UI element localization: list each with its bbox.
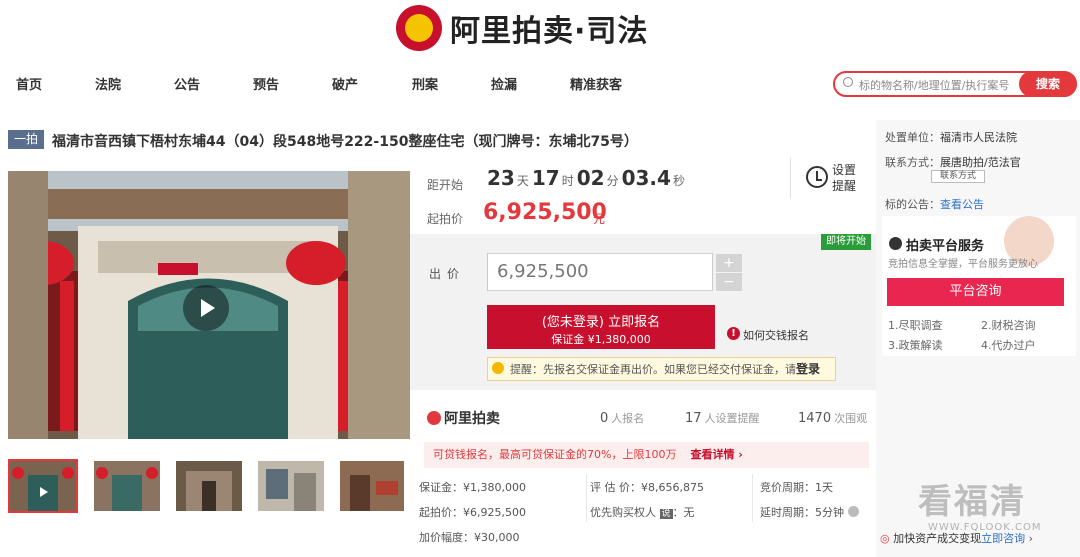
register-bid-button[interactable]: (您未登录) 立即报名 保证金 ¥1,380,000 <box>487 305 715 349</box>
countdown-hours: 17 <box>531 166 560 190</box>
nav-item-criminal[interactable]: 刑案 <box>412 74 438 93</box>
start-price-info: 起拍价：¥6,925,500 <box>419 506 526 519</box>
nav-item-leads[interactable]: 精准获客 <box>570 74 622 93</box>
watermark-text: 看福清 <box>918 482 1026 522</box>
thumbnail-2[interactable] <box>94 461 160 511</box>
service-item[interactable]: 2.财税咨询 <box>981 317 1036 333</box>
countdown-seconds: 03.4 <box>621 166 671 190</box>
lightbulb-icon <box>492 362 504 374</box>
bidding-cycle-info: 竞价周期：1天 <box>760 481 833 494</box>
bid-label: 出价 <box>429 267 466 281</box>
status-badge: 即将开始 <box>821 234 871 250</box>
register-button-label: (您未登录) 立即报名 <box>541 315 661 330</box>
consult-now-link[interactable]: 立即咨询 <box>981 532 1025 545</box>
search-input[interactable]: 标的物名称/地理位置/执行案号 <box>859 77 1009 93</box>
login-tip: 提醒：先报名交保证金再出价。如果您已经交付保证金，请登录 <box>487 357 836 381</box>
info-icon: ! <box>727 327 740 340</box>
alarm-clock-icon[interactable] <box>806 166 828 188</box>
signup-count: 0 人报名 <box>600 411 645 426</box>
divider <box>752 474 753 522</box>
decrease-bid-button[interactable]: − <box>716 273 742 291</box>
nav-item-bargain[interactable]: 捡漏 <box>491 74 517 93</box>
service-item[interactable]: 4.代办过户 <box>981 337 1036 353</box>
site-logo[interactable]: 阿里拍卖·司法 <box>396 2 686 54</box>
bid-amount-input[interactable]: 6,925,500 <box>487 253 713 291</box>
increment-info: 加价幅度：¥30,000 <box>419 531 520 544</box>
search-icon <box>843 77 853 87</box>
thumbnail-3[interactable] <box>176 461 242 511</box>
asset-consult-bar: ◎ 加快资产成交变现立即咨询 › <box>880 532 1034 545</box>
service-icon <box>889 237 902 250</box>
court-name: 福清市人民法院 <box>940 131 1017 144</box>
deposit-info: 保证金：¥1,380,000 <box>419 481 526 494</box>
delay-cycle-info: 延时周期：5分钟 <box>760 504 859 520</box>
view-notice-link[interactable]: 查看公告 <box>940 198 984 211</box>
court-info: 处置单位：福清市人民法院 <box>885 131 1017 144</box>
login-link[interactable]: 登录 <box>796 362 820 376</box>
ali-auction-logo: 阿里拍卖 <box>427 408 500 428</box>
countdown-minutes: 02 <box>576 166 605 190</box>
start-price-unit: 元 <box>593 212 606 226</box>
increase-bid-button[interactable]: + <box>716 254 742 272</box>
explain-tag[interactable]: 说 <box>659 509 673 519</box>
contact-info: 联系方式：展唐助拍/范法官 <box>885 156 1021 169</box>
start-price-value: 6,925,500 <box>483 200 607 225</box>
nav-item-court[interactable]: 法院 <box>95 74 121 93</box>
nav-item-preview[interactable]: 预告 <box>253 74 279 93</box>
search-bar: 标的物名称/地理位置/执行案号 搜索 <box>833 71 1077 97</box>
play-video-icon[interactable] <box>183 285 229 331</box>
how-to-pay-link[interactable]: 如何交钱报名 <box>743 327 809 343</box>
notice-info: 标的公告：查看公告 <box>885 198 984 211</box>
countdown-label: 距开始 <box>427 178 464 192</box>
help-icon[interactable] <box>847 506 859 517</box>
nav-item-home[interactable]: 首页 <box>16 74 42 93</box>
thumbnail-4[interactable] <box>258 461 324 511</box>
service-subtitle: 竞拍信息全掌握，平台服务更放心 <box>888 259 1038 270</box>
chevron-right-icon[interactable]: › <box>1029 532 1033 545</box>
divider <box>586 474 587 522</box>
search-button[interactable]: 搜索 <box>1019 71 1077 97</box>
reminder-count: 17 人设置提醒 <box>685 411 760 426</box>
countdown-timer: 23 天 17 时 02 分 03.4 秒 <box>487 166 685 190</box>
promo-details-link[interactable]: 查看详情 › <box>690 448 742 461</box>
service-item[interactable]: 1.尽职调查 <box>888 317 943 333</box>
brand-name: 阿里拍卖·司法 <box>450 14 649 49</box>
nav-item-bankruptcy[interactable]: 破产 <box>332 74 358 93</box>
platform-consult-button[interactable]: 平台咨询 <box>887 278 1064 306</box>
ali-logo-icon <box>427 411 441 425</box>
contact-phone-button[interactable]: 联系方式 <box>931 170 985 183</box>
thumbnail-5[interactable] <box>340 461 404 511</box>
consult-icon: ◎ <box>880 532 890 545</box>
service-item[interactable]: 3.政策解读 <box>888 337 943 353</box>
divider <box>790 158 791 198</box>
lot-title: 福清市音西镇下梧村东埔44（04）段548地号222-150整座住宅（现门牌号：… <box>52 134 638 150</box>
contact-name: 展唐助拍/范法官 <box>940 156 1021 169</box>
service-title: 拍卖平台服务 <box>906 239 985 254</box>
thumbnail-1[interactable] <box>8 459 78 513</box>
view-count: 1470 次围观 <box>798 411 868 426</box>
main-nav: 首页 法院 公告 预告 破产 刑案 捡漏 精准获客 <box>0 66 820 100</box>
appraisal-info: 评 估 价：¥8,656,875 <box>590 481 704 494</box>
nav-item-notice[interactable]: 公告 <box>174 74 200 93</box>
set-reminder-button[interactable]: 设置提醒 <box>832 162 860 194</box>
deposit-amount: 保证金 ¥1,380,000 <box>551 333 651 346</box>
countdown-days: 23 <box>487 166 515 190</box>
auction-round-badge: 一拍 <box>8 130 44 149</box>
loan-promo: 可贷钱报名，最高可贷保证金的70%，上限100万 查看详情 › <box>424 442 869 468</box>
priority-buyer-info: 优先购买权人 说：无 <box>590 506 695 519</box>
start-price-label: 起拍价 <box>427 212 464 226</box>
court-emblem-icon <box>396 5 442 51</box>
